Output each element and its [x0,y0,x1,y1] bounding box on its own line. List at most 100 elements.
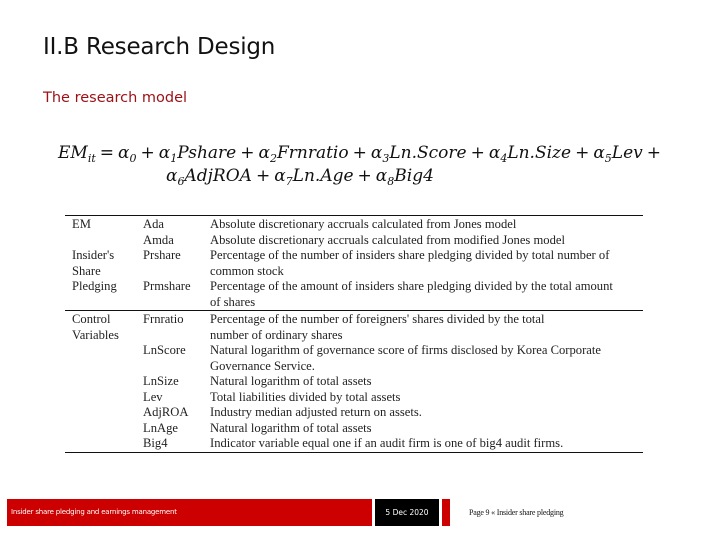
variable-cell: Lev [143,389,163,404]
variable-cell: LnSize [143,374,179,388]
slide-title: II.B Research Design [43,34,276,60]
equation-operator: + [240,143,255,163]
variable-cell: LnScore [143,343,186,357]
equation-variable: AdjROA [184,166,252,186]
equation-operator: = [99,143,115,163]
equation-symbol: α [166,166,178,186]
equation-symbol: α [370,143,383,163]
description-cell: of shares [210,294,256,309]
equation-term: α3Ln.Score [370,143,467,164]
variable-cell: Frnratio [143,312,184,326]
table-group: EM Ada Absolute discretionary accruals cal… [65,215,643,311]
variable-cell: Prshare [143,248,181,262]
equation-variable: Big4 [394,166,434,186]
footer-presentation-title: Insider share pledging and earnings mana… [7,499,372,526]
table-row: LnSize Natural logarithm of total assets [65,374,643,390]
equation-symbol: α [375,166,388,186]
equation-operator: + [575,143,590,163]
table-row: Variables number of ordinary shares [65,328,643,344]
equation-term: α0 [118,143,137,165]
variable-cell [143,264,210,280]
equation-term: EMit [58,143,96,164]
description-cell: Percentage of the number of insiders sha… [210,248,610,262]
description-cell: Percentage of the amount of insiders sha… [210,279,613,293]
description-cell: Total liabilities divided by total asset… [210,389,401,404]
category-cell [65,374,143,390]
equation-symbol: α [158,143,171,163]
description-cell: Absolute discretionary accruals calculat… [210,232,565,247]
equation-symbol: α [488,143,501,163]
category-cell [65,233,143,249]
variable-cell: Ada [143,217,164,231]
equation-line-1: EMit = α0 + α1Pshare + α2Frnratio + α3Ln.Score + α… [58,142,698,165]
equation-symbol: α [118,143,130,163]
equation-term: α8Big4 [375,166,434,187]
equation-term: α5Lev [593,143,643,165]
category-cell: Control [72,312,111,326]
category-cell [65,390,143,406]
table-row: EM Ada Absolute discretionary accruals cal… [65,216,643,233]
equation-subscript: 7 [285,175,293,188]
equation-term: α2Frnratio [258,143,349,165]
variable-cell: Big4 [143,436,168,450]
equation-symbol: α [593,143,605,163]
footer-accent-bar [442,499,450,526]
category-cell: Variables [72,327,119,342]
table-row: of shares [65,295,643,311]
equation-symbol: EM [58,143,88,163]
equation-variable: Frnratio [276,143,349,163]
equation-operator: + [255,166,271,186]
category-cell [65,295,143,311]
category-cell: Insider's [72,248,115,262]
equation-symbol: α [258,143,270,163]
table-row: LnScore Natural logarithm of governance s… [65,343,643,359]
category-cell: Pledging [72,279,117,293]
equation-variable: Ln.Score [389,143,467,163]
description-cell: number of ordinary shares [210,327,343,342]
table-group: Control Frnratio Percentage of the number … [65,310,643,452]
equation-subscript: 2 [269,152,277,165]
equation-operator: + [470,143,485,163]
variable-definitions-table: EM Ada Absolute discretionary accruals cal… [65,215,643,453]
variable-cell [143,359,210,375]
slide-subtitle: The research model [43,90,188,106]
footer-page-info: Page 9 « Insider share pledging [469,508,564,517]
variables-table: EM Ada Absolute discretionary accruals cal… [65,215,643,453]
variable-cell: AdjROA [143,405,189,419]
equation-subscript: 0 [129,152,137,165]
equation-operator: + [352,143,367,163]
table-row: Share common stock [65,264,643,280]
table-row: AdjROA Industry median adjusted return on… [65,405,643,421]
variable-cell: Amda [143,232,174,247]
variable-cell: Prmshare [143,279,191,293]
equation-operator: + [140,143,155,163]
category-cell [65,436,143,452]
variable-cell [143,328,210,344]
category-cell: Share [72,263,101,278]
table-row: Big4 Indicator variable equal one if an a… [65,436,643,452]
table-row: Insider's Prshare Percentage of the number… [65,248,643,264]
table-row: Governance Service. [65,359,643,375]
variable-cell [143,295,210,311]
equation-symbol: α [274,166,286,186]
equation-term: α6AdjROA [166,166,252,187]
equation-line-2: α6AdjROA + α7Ln.Age + α8Big4 [58,165,698,188]
table-row: Pledging Prmshare Percentage of the amount… [65,279,643,295]
description-cell: Governance Service. [210,358,315,373]
description-cell: Percentage of the number of foreigners' … [210,312,545,326]
equation-term: α4Ln.Size [488,143,571,164]
description-cell: Natural logarithm of governance score of… [210,343,601,357]
description-cell: Industry median adjusted return on asset… [210,405,422,419]
equation-subscript: 5 [604,152,612,165]
category-cell: EM [72,217,91,231]
equation-term: α1Pshare [158,143,236,164]
equation-variable: Lev [611,143,643,163]
footer-date: 5 Dec 2020 [375,499,439,526]
equation-operator: + [357,166,372,186]
equation-variable: Ln.Age [292,166,354,186]
table-row: Lev Total liabilities divided by total as… [65,390,643,406]
description-cell: Natural logarithm of total assets [210,374,372,388]
description-cell: common stock [210,263,284,278]
equation-operator: + [646,143,662,163]
description-cell: Natural logarithm of total assets [210,420,372,435]
